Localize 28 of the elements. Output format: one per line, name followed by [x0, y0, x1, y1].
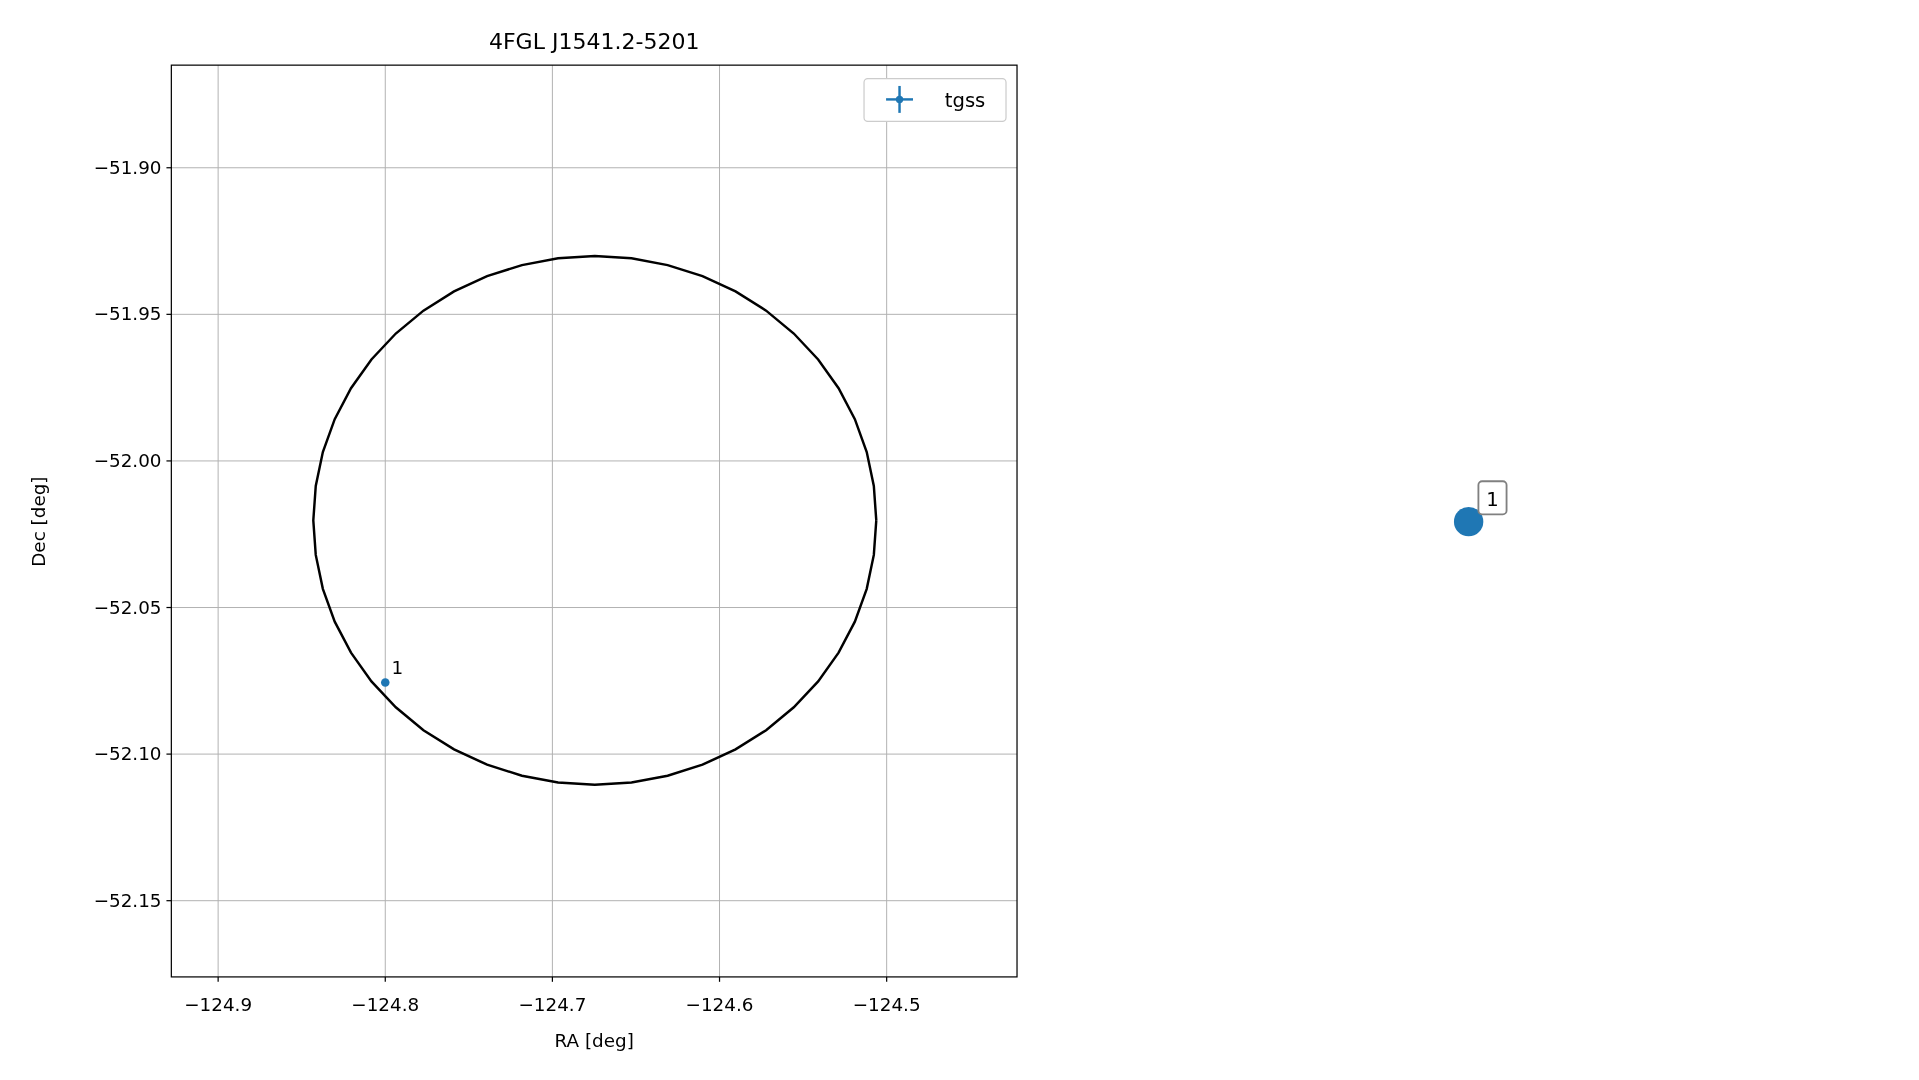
tick-mark	[165, 900, 172, 902]
tick-mark	[886, 976, 888, 983]
x-tick-label: −124.8	[351, 994, 420, 1016]
tick-mark	[165, 606, 172, 609]
tick-mark	[165, 167, 172, 169]
legend-label: tgss	[944, 88, 986, 112]
x-tick-label: −124.6	[685, 994, 754, 1016]
tick-mark	[384, 976, 386, 983]
tick-mark	[718, 976, 721, 983]
tick-mark	[165, 460, 172, 462]
x-tick-label: −124.5	[852, 994, 921, 1016]
y-tick-label: −52.15	[93, 889, 162, 911]
x-tick-label: −124.7	[518, 994, 587, 1016]
x-axis-label: RA [deg]	[554, 1029, 634, 1051]
tick-mark	[551, 976, 553, 983]
y-axis-label: Dec [deg]	[28, 476, 50, 567]
y-tick-label: −52.10	[93, 743, 162, 765]
y-tick-label: −51.90	[93, 156, 162, 178]
y-tick-label: −52.00	[93, 450, 162, 472]
chart-title: 4FGL J1541.2-5201	[488, 29, 700, 55]
point-label: 1	[1477, 480, 1508, 516]
y-tick-label: −51.95	[93, 303, 162, 325]
tick-mark	[165, 753, 172, 755]
y-tick-label: −52.05	[93, 596, 162, 618]
x-tick-label: −124.9	[184, 994, 253, 1016]
tick-mark	[165, 313, 172, 315]
tick-mark	[217, 976, 219, 983]
point-label: 1	[391, 657, 404, 678]
